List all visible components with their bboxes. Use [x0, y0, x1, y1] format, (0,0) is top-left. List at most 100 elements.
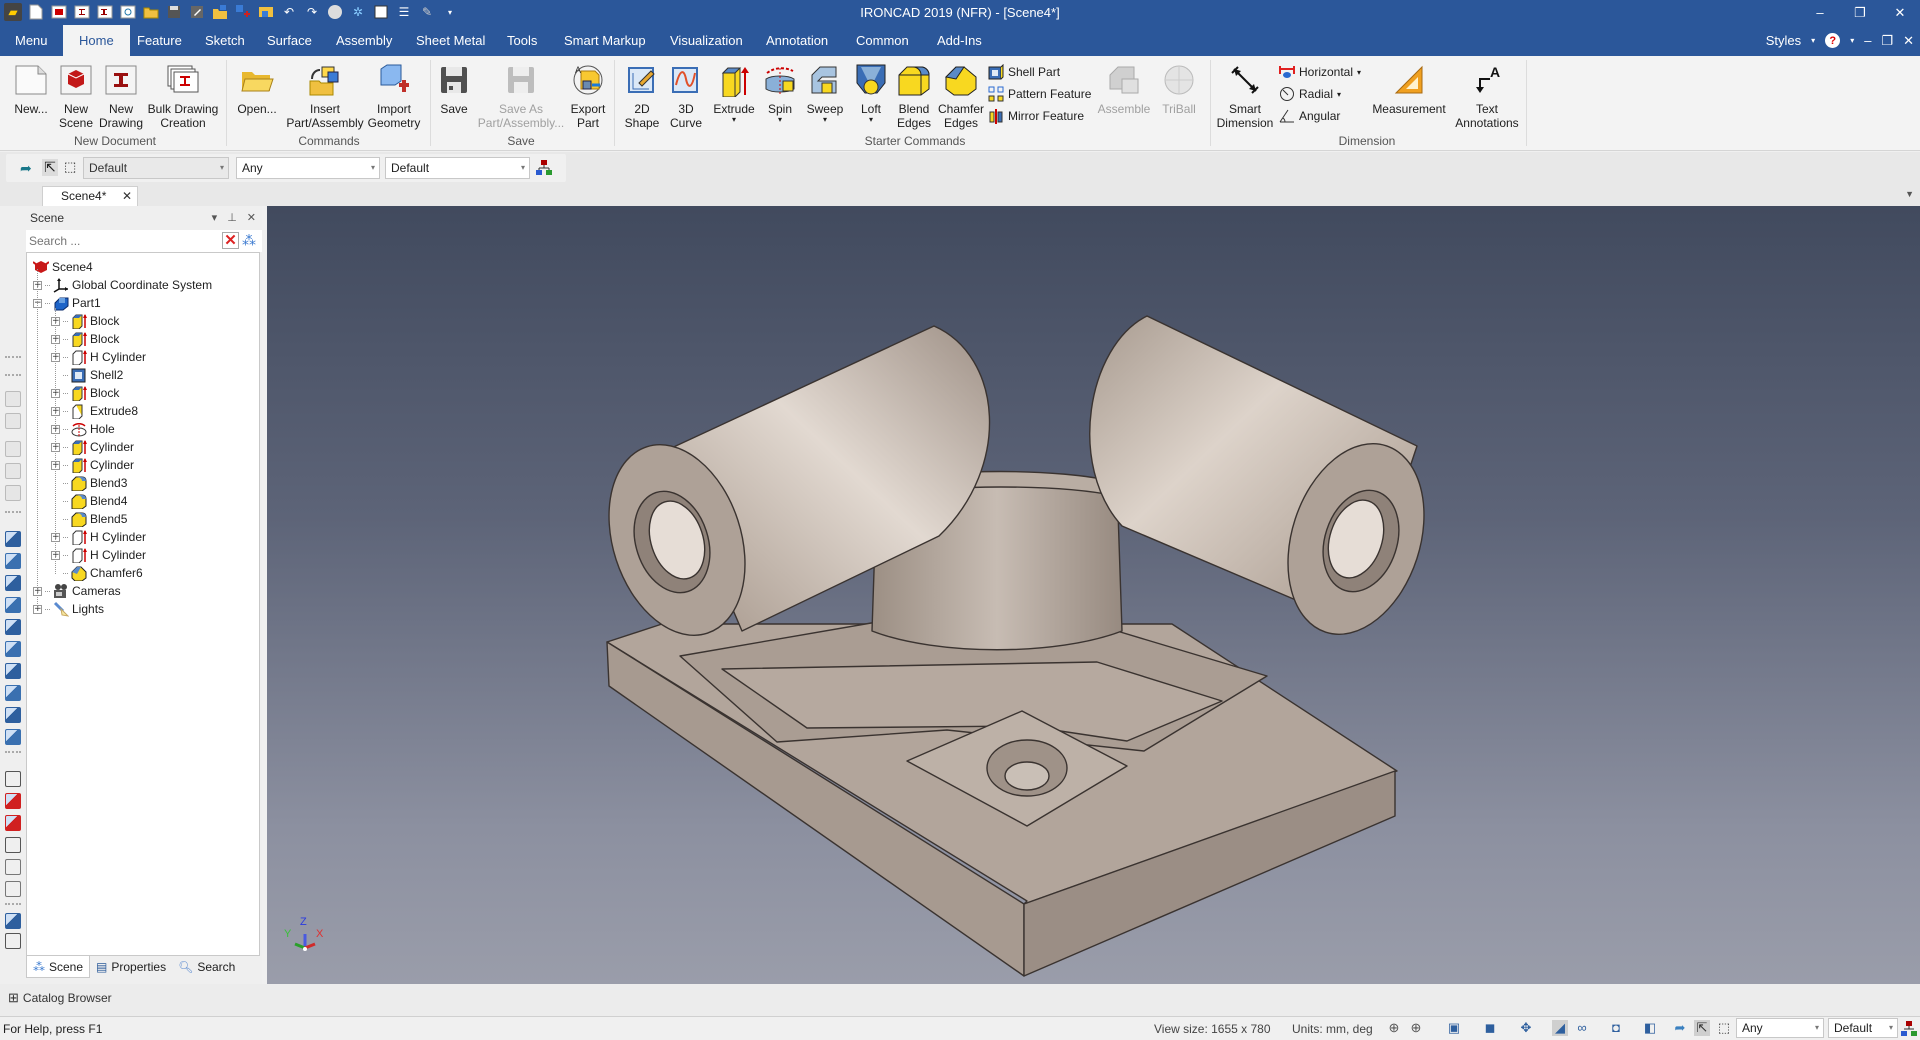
angular-dimension-button[interactable]: Angular — [1279, 106, 1340, 126]
pin-icon[interactable]: ⊥ — [227, 206, 237, 230]
tab-smart-markup[interactable]: Smart Markup — [552, 25, 658, 56]
tree-node[interactable]: + H Cylinder — [51, 528, 146, 546]
tree-node[interactable]: + Lights — [33, 600, 104, 618]
angular-dim-tool-icon[interactable] — [5, 837, 21, 853]
import-geometry-button[interactable]: Import Geometry — [364, 62, 424, 130]
tree-node[interactable]: + Global Coordinate System — [33, 276, 212, 294]
tree-node[interactable]: + Cylinder — [51, 456, 134, 474]
part-model[interactable] — [267, 206, 1920, 984]
tree-node[interactable]: + Hole — [51, 420, 115, 438]
tree-root[interactable]: Scene4 — [33, 258, 93, 276]
tab-assembly[interactable]: Assembly — [324, 25, 404, 56]
tab-visualization[interactable]: Visualization — [658, 25, 755, 56]
selection-style-combo[interactable]: Default ▾ — [385, 157, 530, 179]
assembly-view-icon[interactable]: ◧ — [1642, 1020, 1658, 1036]
tab-surface[interactable]: Surface — [255, 25, 324, 56]
select-pointer-icon[interactable]: ⇱ — [42, 159, 58, 176]
sweep-button[interactable]: Sweep ▾ — [805, 62, 845, 124]
select-box-icon[interactable]: ⬚ — [64, 159, 76, 175]
doc-minimize-button[interactable]: – — [1864, 33, 1871, 48]
add-view-icon[interactable] — [5, 391, 21, 407]
styles-menu[interactable]: Styles — [1766, 33, 1801, 48]
tree-node[interactable]: + Block — [51, 384, 119, 402]
insert-part-assembly-button[interactable]: Insert Part/Assembly — [285, 62, 365, 130]
tab-properties[interactable]: ▤ Properties — [90, 956, 172, 978]
tree-node[interactable]: Shell2 — [51, 366, 123, 384]
more-tools-icon[interactable] — [5, 933, 21, 949]
assemble-button[interactable]: Assemble — [1096, 62, 1152, 116]
new-button[interactable]: New... — [10, 62, 52, 116]
tab-annotation[interactable]: Annotation — [754, 25, 840, 56]
tab-sheet-metal[interactable]: Sheet Metal — [404, 25, 497, 56]
tab-add-ins[interactable]: Add-Ins — [925, 25, 994, 56]
view-right-icon[interactable] — [5, 619, 21, 635]
horizontal-dropdown-icon[interactable]: ▾ — [1357, 68, 1361, 77]
bulk-drawing-creation-button[interactable]: Bulk Drawing Creation — [147, 62, 219, 130]
help-dropdown-icon[interactable]: ▾ — [1850, 36, 1854, 45]
tree-node[interactable]: Chamfer6 — [51, 564, 143, 582]
view-solid-icon[interactable] — [5, 663, 21, 679]
selection-filter-combo[interactable]: Default ▾ — [83, 157, 229, 179]
toolbar-grip[interactable] — [5, 511, 21, 513]
help-icon[interactable]: ? — [1825, 33, 1841, 48]
tree-node[interactable]: Blend3 — [51, 474, 127, 492]
status-select-assembly-icon[interactable]: ➦ — [1672, 1020, 1688, 1036]
render-mode-icon[interactable]: ▣ — [1446, 1020, 1462, 1036]
radial-dropdown-icon[interactable]: ▾ — [1337, 90, 1341, 99]
save-button[interactable]: Save — [436, 62, 472, 116]
measurement-button[interactable]: Measurement — [1370, 62, 1448, 116]
view-top-icon[interactable] — [5, 597, 21, 613]
glasses-icon[interactable]: ∞ — [1574, 1020, 1590, 1036]
tree-node[interactable]: + Block — [51, 312, 119, 330]
tree-node[interactable]: + Block — [51, 330, 119, 348]
select-assembly-icon[interactable]: ➦ — [20, 160, 32, 177]
document-tab-scene4[interactable]: Scene4* ✕ — [42, 186, 138, 206]
catalog-browser-button[interactable]: ⊞ Catalog Browser — [8, 990, 112, 1006]
doc-restore-button[interactable]: ❐ — [1881, 33, 1893, 49]
tab-search[interactable]: 🔍︎ Search — [172, 956, 241, 978]
tree-node[interactable]: + H Cylinder — [51, 348, 146, 366]
view-front-icon[interactable] — [5, 553, 21, 569]
spin-button[interactable]: Spin ▾ — [760, 62, 800, 124]
status-select-box-icon[interactable]: ⬚ — [1716, 1020, 1732, 1036]
view-split-icon[interactable] — [5, 485, 21, 501]
tree-node[interactable]: + H Cylinder — [51, 546, 146, 564]
text-annotations-button[interactable]: A Text Annotations — [1452, 62, 1522, 130]
view-overlay-icon[interactable] — [5, 413, 21, 429]
view-iso-icon[interactable] — [5, 531, 21, 547]
view-cube-icon[interactable]: ◼ — [1482, 1020, 1498, 1036]
minimize-button[interactable]: – — [1800, 0, 1840, 25]
view-stack2-icon[interactable] — [5, 463, 21, 479]
view-left-icon[interactable] — [5, 575, 21, 591]
view-stack-icon[interactable] — [5, 441, 21, 457]
status-select-pointer-icon[interactable]: ⇱ — [1694, 1020, 1710, 1036]
tree-node[interactable]: Blend5 — [51, 510, 127, 528]
text-tool-icon[interactable] — [5, 913, 21, 929]
hierarchy-icon[interactable] — [536, 159, 552, 178]
styles-dropdown-icon[interactable]: ▾ — [1811, 36, 1815, 45]
tree-node[interactable]: Blend4 — [51, 492, 127, 510]
tree-node[interactable]: + Cameras — [33, 582, 121, 600]
2d-shape-button[interactable]: 2D Shape — [620, 62, 664, 130]
blend-edges-button[interactable]: Blend Edges — [893, 62, 935, 130]
clear-search-icon[interactable]: ✕ — [222, 232, 239, 249]
view-back-icon[interactable] — [5, 641, 21, 657]
tree-node[interactable]: − Part1 — [33, 294, 101, 312]
scene-search-input[interactable] — [26, 230, 216, 252]
3d-viewport[interactable]: Z Y X — [267, 206, 1920, 984]
shaded-icon[interactable]: ◢ — [1552, 1020, 1568, 1036]
tab-sketch[interactable]: Sketch — [193, 25, 257, 56]
tab-home[interactable]: Home — [63, 25, 130, 56]
zoom-extents-icon[interactable]: ⊕ — [1386, 1020, 1402, 1036]
view-edge-icon[interactable] — [5, 729, 21, 745]
tree-node[interactable]: + Extrude8 — [51, 402, 138, 420]
mirror-feature-button[interactable]: Mirror Feature — [988, 106, 1084, 126]
tab-list-dropdown-icon[interactable]: ▼ — [1905, 189, 1914, 199]
close-tab-icon[interactable]: ✕ — [122, 187, 132, 206]
toolbar-grip[interactable] — [5, 356, 21, 358]
tab-common[interactable]: Common — [844, 25, 921, 56]
pattern-feature-button[interactable]: Pattern Feature — [988, 84, 1091, 104]
save-as-part-assembly-button[interactable]: Save As Part/Assembly... — [472, 62, 570, 130]
open-button[interactable]: Open... — [234, 62, 280, 116]
triball-button[interactable]: TriBall — [1156, 62, 1202, 116]
